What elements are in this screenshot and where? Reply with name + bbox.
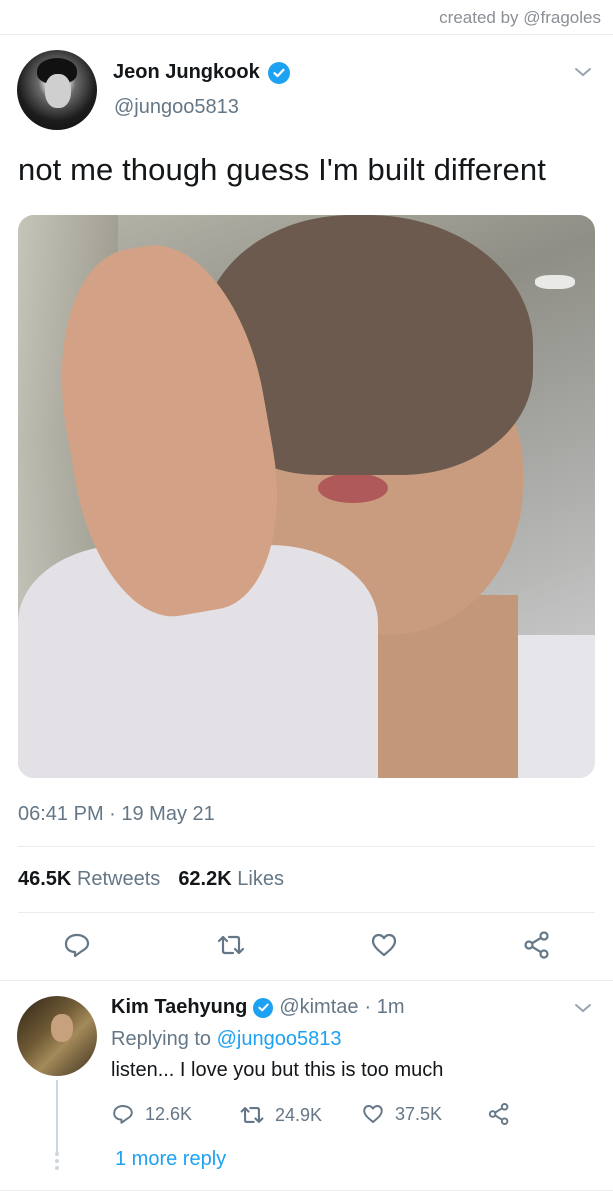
reply-retweet-button[interactable]: 24.9K	[239, 1102, 322, 1128]
divider	[18, 912, 595, 913]
chevron-down-icon[interactable]	[571, 996, 595, 1020]
retweet-count: 24.9K	[275, 1104, 323, 1125]
author-handle[interactable]: @jungoo5813	[114, 96, 239, 119]
replying-to-link[interactable]: @jungoo5813	[217, 1028, 342, 1050]
share-icon	[488, 1103, 509, 1125]
replying-to: Replying to @jungoo5813	[111, 1028, 341, 1051]
retweets-label: Retweets	[76, 868, 161, 890]
tweet-stats: 46.5K Retweets 62.2K Likes	[18, 868, 284, 891]
reply-like-button[interactable]: 37.5K	[361, 1102, 442, 1126]
retweet-icon[interactable]	[216, 930, 246, 960]
retweets-count: 46.5K	[18, 868, 72, 890]
likes-stat[interactable]: 62.2K Likes	[178, 868, 284, 891]
tweet-actions	[0, 930, 613, 960]
like-icon[interactable]	[369, 930, 399, 960]
verified-badge-icon	[253, 997, 274, 1018]
credit-watermark: created by @fragoles	[439, 8, 601, 27]
reply-icon	[113, 1105, 133, 1124]
reply-reply-button[interactable]: 12.6K	[111, 1102, 192, 1126]
divider	[0, 980, 613, 981]
avatar[interactable]	[17, 50, 97, 130]
verified-badge-icon	[267, 61, 290, 84]
thread-dots-icon	[54, 1152, 60, 1172]
reply-header: Kim Taehyung @kimtae · 1m	[111, 996, 405, 1019]
author-name[interactable]: Jeon Jungkook	[113, 61, 260, 84]
tweet-photo[interactable]	[18, 215, 595, 778]
likes-count: 62.2K	[178, 868, 232, 890]
thread-line	[56, 1080, 58, 1152]
chevron-down-icon[interactable]	[571, 60, 595, 84]
share-icon[interactable]	[522, 930, 552, 960]
reply-avatar[interactable]	[17, 996, 97, 1076]
divider	[0, 1190, 613, 1191]
retweets-stat[interactable]: 46.5K Retweets	[18, 868, 160, 891]
tweet-text: not me though guess I'm built different	[18, 152, 546, 187]
divider	[0, 34, 613, 35]
reply-author-handle[interactable]: @kimtae	[279, 996, 358, 1019]
divider	[18, 846, 595, 847]
tweet-timestamp: 06:41 PM · 19 May 21	[18, 803, 215, 825]
replying-prefix: Replying to	[111, 1028, 212, 1050]
like-icon	[363, 1105, 383, 1123]
more-replies-link[interactable]: 1 more reply	[115, 1148, 226, 1171]
retweet-icon	[240, 1107, 264, 1123]
reply-actions: 12.6K 24.9K 37.5K	[111, 1102, 591, 1128]
reply-icon[interactable]	[62, 930, 92, 960]
reply-text: listen... I love you but this is too muc…	[111, 1059, 444, 1081]
like-count: 37.5K	[395, 1103, 443, 1124]
reply-count: 12.6K	[145, 1103, 193, 1124]
reply-author-name[interactable]: Kim Taehyung	[111, 996, 247, 1019]
reply-share-button[interactable]	[487, 1102, 511, 1126]
likes-label: Likes	[237, 868, 284, 890]
author-row: Jeon Jungkook	[113, 61, 290, 84]
reply-time: · 1m	[364, 996, 405, 1018]
